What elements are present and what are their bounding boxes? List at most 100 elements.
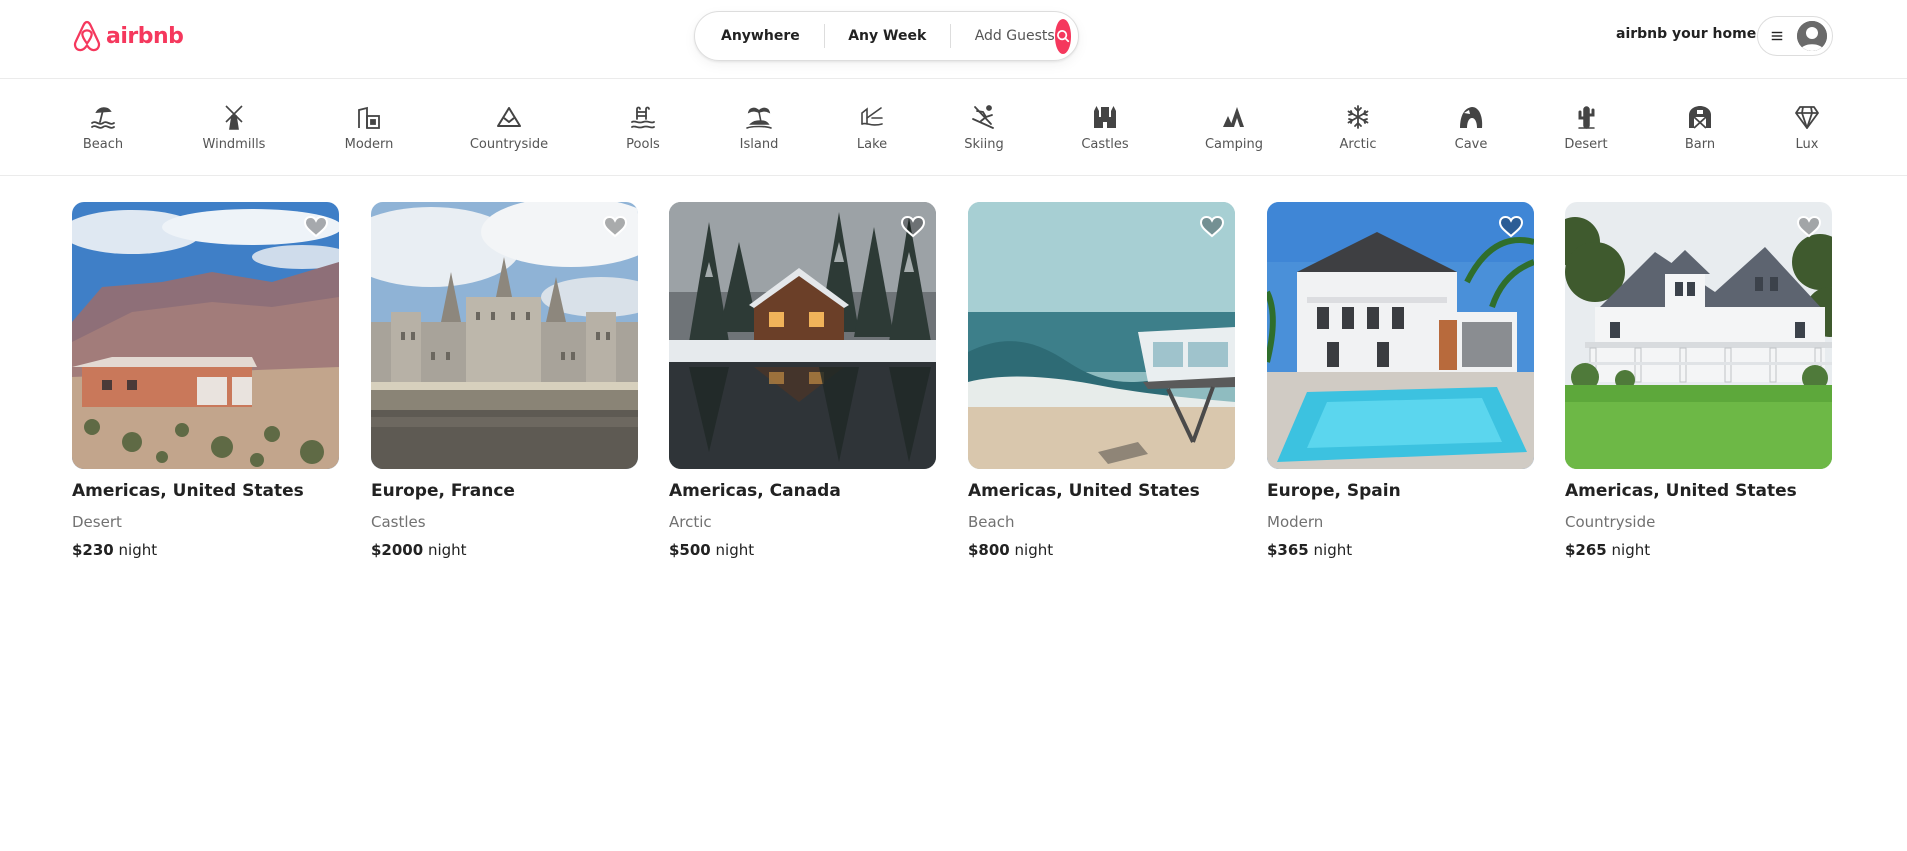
listing-category: Castles [371, 513, 426, 531]
listing-category: Modern [1267, 513, 1324, 531]
listing-location: Americas, United States [968, 481, 1200, 501]
lake-icon [861, 107, 883, 126]
mountain-icon [497, 107, 521, 127]
top-navbar: airbnb Anywhere Any Week Add Guests airb… [0, 0, 1907, 79]
island-icon [746, 107, 772, 129]
price-value: $365 [1267, 541, 1309, 559]
category-lux[interactable]: Lux [1757, 104, 1857, 152]
price-unit: night [1606, 541, 1651, 559]
beach-icon [91, 107, 115, 129]
listing-photo[interactable] [371, 202, 638, 469]
category-cave[interactable]: Cave [1421, 104, 1521, 152]
listing-photo[interactable] [968, 202, 1235, 469]
listing-price: $265 night [1565, 541, 1832, 559]
category-island[interactable]: Island [709, 104, 809, 152]
category-label: Barn [1684, 137, 1716, 152]
price-value: $230 [72, 541, 114, 559]
listing-price: $230 night [72, 541, 339, 559]
heart-icon[interactable] [900, 214, 926, 240]
category-modern[interactable]: Modern [319, 104, 419, 152]
category-label: Pools [626, 137, 660, 152]
listing-photo[interactable] [1565, 202, 1832, 469]
cave-icon [1460, 107, 1483, 128]
category-arctic[interactable]: Arctic [1308, 104, 1408, 152]
category-label: Cave [1454, 137, 1488, 152]
search-bar[interactable]: Anywhere Any Week Add Guests [694, 11, 1079, 61]
category-skiing[interactable]: Skiing [934, 104, 1034, 152]
price-value: $500 [669, 541, 711, 559]
price-unit: night [423, 541, 467, 559]
listing-category: Beach [968, 513, 1015, 531]
search-icon [1056, 30, 1069, 43]
listing-price: $500 night [669, 541, 936, 559]
user-menu-button[interactable] [1757, 16, 1833, 56]
category-pools[interactable]: Pools [593, 104, 693, 152]
listing-location: Europe, France [371, 481, 515, 501]
search-where[interactable]: Anywhere [721, 28, 800, 44]
search-button[interactable] [1054, 18, 1071, 54]
price-unit: night [710, 541, 755, 559]
category-countryside[interactable]: Countryside [459, 104, 559, 152]
modern-house-icon [358, 106, 380, 129]
category-desert[interactable]: Desert [1536, 104, 1636, 152]
category-windmills[interactable]: Windmills [184, 104, 284, 152]
listing-card[interactable]: Europe, Spain Modern $365 night [1267, 202, 1534, 559]
category-camping[interactable]: Camping [1184, 104, 1284, 152]
listing-photo[interactable] [669, 202, 936, 469]
listing-location: Americas, Canada [669, 481, 841, 501]
airbnb-logo[interactable]: airbnb [72, 18, 184, 54]
category-barn[interactable]: Barn [1650, 104, 1750, 152]
listing-photo[interactable] [72, 202, 339, 469]
listing-card[interactable]: Europe, France Castles $2000 night [371, 202, 638, 559]
category-label: Beach [82, 137, 124, 152]
user-avatar-icon [1797, 21, 1827, 51]
category-label: Lux [1795, 137, 1819, 152]
cactus-icon [1578, 106, 1595, 129]
category-label: Island [739, 137, 779, 152]
search-when[interactable]: Any Week [848, 28, 926, 44]
host-link[interactable]: airbnb your home [1616, 26, 1756, 42]
camping-icon [1223, 107, 1244, 127]
listing-photo[interactable] [1267, 202, 1534, 469]
listing-card[interactable]: Americas, United States Countryside $265… [1565, 202, 1832, 559]
castle-icon [1094, 106, 1116, 128]
skiing-icon [972, 105, 994, 129]
price-value: $2000 [371, 541, 424, 559]
listing-card[interactable]: Americas, United States Beach $800 night [968, 202, 1235, 559]
heart-icon[interactable] [303, 214, 329, 240]
price-unit: night [1308, 541, 1353, 559]
diamond-icon [1795, 106, 1819, 129]
listing-location: Europe, Spain [1267, 481, 1401, 501]
snowflake-icon [1347, 105, 1369, 129]
price-value: $800 [968, 541, 1010, 559]
heart-icon[interactable] [1498, 214, 1524, 240]
category-bar: Beach Windmills Modern Countryside Pools… [0, 79, 1907, 176]
listing-price: $365 night [1267, 541, 1534, 559]
listing-category: Countryside [1565, 513, 1656, 531]
category-castles[interactable]: Castles [1055, 104, 1155, 152]
category-lake[interactable]: Lake [822, 104, 922, 152]
category-label: Arctic [1339, 137, 1377, 152]
category-label: Castles [1081, 137, 1129, 152]
listing-location: Americas, United States [72, 481, 304, 501]
pool-icon [631, 106, 655, 129]
price-unit: night [113, 541, 158, 559]
listing-card[interactable]: Americas, United States Desert $230 nigh… [72, 202, 339, 559]
heart-icon[interactable] [602, 214, 628, 240]
heart-icon[interactable] [1796, 214, 1822, 240]
brand-name: airbnb [106, 23, 184, 49]
heart-icon[interactable] [1199, 214, 1225, 240]
category-label: Skiing [964, 137, 1004, 152]
windmill-icon [225, 105, 243, 130]
category-label: Modern [344, 137, 394, 152]
listing-category: Desert [72, 513, 122, 531]
category-label: Camping [1204, 137, 1264, 152]
listing-category: Arctic [669, 513, 712, 531]
price-unit: night [1009, 541, 1054, 559]
search-guests[interactable]: Add Guests [975, 28, 1055, 44]
listing-card[interactable]: Americas, Canada Arctic $500 night [669, 202, 936, 559]
category-beach[interactable]: Beach [53, 104, 153, 152]
listing-price: $800 night [968, 541, 1235, 559]
category-label: Desert [1564, 137, 1608, 152]
airbnb-logo-icon [73, 20, 101, 52]
